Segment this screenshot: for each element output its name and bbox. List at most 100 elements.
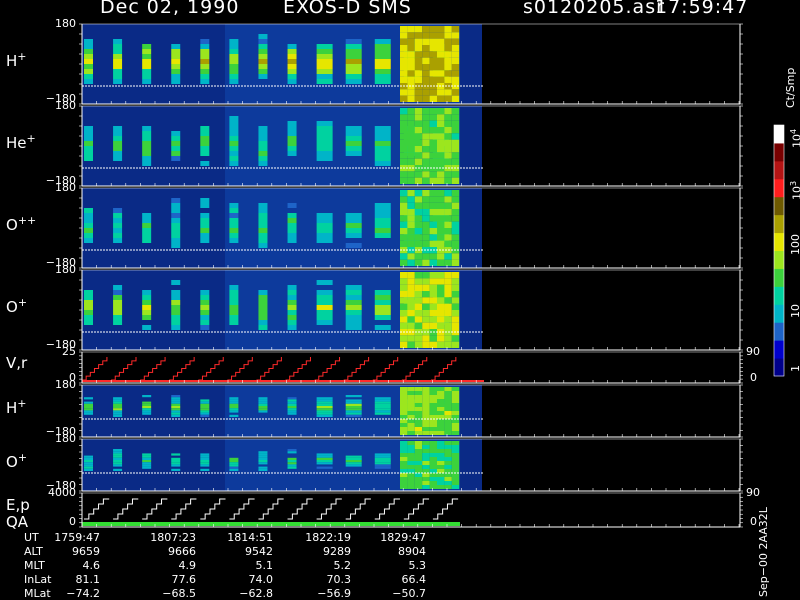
panel-1-cell	[414, 127, 423, 134]
panel-1-cell	[287, 126, 297, 131]
panel-2-cell	[451, 228, 460, 235]
panel-0-cell	[429, 64, 437, 71]
panel-6-cell	[229, 464, 239, 467]
panel-2-cell	[400, 228, 408, 235]
panel-2-cell	[444, 234, 452, 241]
panel-0-cell	[113, 74, 123, 79]
panel-label-6: O+	[6, 451, 28, 471]
panel-6-cell	[407, 441, 415, 445]
panel-0-cell	[400, 57, 408, 64]
panel-2-cell	[444, 215, 452, 222]
panel-ymax-0: 180	[55, 17, 76, 30]
ep-trace-2	[142, 498, 168, 520]
colorbar-swatch	[774, 160, 784, 180]
panel-0-cell	[414, 64, 423, 71]
panel-1-cell	[422, 177, 430, 184]
panel-6-cell	[258, 455, 268, 458]
panel-2-cell	[422, 228, 430, 235]
panel-6-cell	[422, 481, 430, 485]
panel-3-cell	[113, 285, 123, 290]
panel-6-cell	[400, 473, 408, 477]
panel-5-cell	[422, 407, 430, 411]
panel-label2-7: QA	[6, 513, 29, 531]
ep-trace-8	[316, 498, 342, 520]
panel-0-cell	[84, 69, 93, 74]
panel-0-cell	[171, 49, 181, 54]
panel-0-cell	[229, 44, 239, 49]
panel-3-cell	[400, 341, 408, 348]
panel-3-cell	[451, 291, 460, 298]
panel-6-cell	[451, 449, 460, 453]
footer-cell: −62.8	[239, 587, 273, 600]
panel-6-cell	[407, 465, 415, 469]
panel-0-cell	[400, 45, 408, 52]
panel-5-cell	[407, 419, 415, 423]
panel-5-cell	[287, 403, 297, 406]
panel-5-cell	[414, 403, 423, 407]
panel-5-cell	[345, 408, 362, 411]
panel-6-cell	[84, 460, 93, 463]
panel-2-cell	[429, 259, 437, 266]
panel-5-cell	[407, 411, 415, 415]
panel-0-cell	[429, 57, 437, 64]
panel-5-cell	[407, 391, 415, 395]
panel-3-cell	[422, 310, 430, 317]
panel-1-cell	[287, 136, 297, 141]
panel-3-cell	[451, 335, 460, 342]
panel-3-cell	[229, 305, 239, 310]
panel-3-cell	[200, 310, 210, 315]
panel-2-cell	[400, 221, 408, 228]
panel-5-cell	[84, 412, 93, 415]
panel-3-cell	[414, 297, 423, 304]
panel-5-cell	[345, 399, 362, 402]
panel-3-cell	[422, 272, 430, 279]
panel-6-cell	[374, 453, 391, 456]
panel-5-cell	[316, 408, 333, 411]
panel-1-cell	[400, 146, 408, 153]
panel-0-cell	[200, 49, 210, 54]
panel-5-cell	[345, 406, 362, 409]
panel-3-cell	[345, 325, 362, 330]
panel-label-3: O+	[6, 296, 28, 316]
panel-1-cell	[84, 156, 93, 161]
panel-5-cell	[407, 399, 415, 403]
panel-6-cell	[451, 441, 460, 445]
panel-5-cell	[113, 412, 123, 415]
panel-right-top-4: 90	[746, 345, 760, 358]
panel-0-cell	[451, 26, 460, 33]
panel-5-cell	[142, 408, 152, 411]
panel-3-cell	[316, 315, 333, 320]
panel-6-cell	[287, 460, 297, 463]
panel-1-cell	[429, 152, 437, 159]
panel-5-cell	[171, 414, 181, 417]
panel-5-cell	[451, 395, 460, 399]
panel-0-cell	[451, 64, 460, 71]
panel-1-cell	[345, 146, 362, 151]
panel-1-cell	[407, 158, 415, 165]
vr-trace-1	[111, 357, 137, 381]
panel-label-0: H+	[6, 50, 27, 70]
panel-5-cell	[437, 395, 445, 399]
panel-0-cell	[414, 57, 423, 64]
panel-1-cell	[407, 139, 415, 146]
panel-6-cell	[422, 445, 430, 449]
panel-0-cell	[400, 70, 408, 77]
panel-3-cell	[229, 300, 239, 305]
panel-0-cell	[84, 49, 93, 54]
panel-2-cell	[414, 240, 423, 247]
panel-1-cell	[142, 151, 152, 156]
panel-6-cell	[287, 462, 297, 465]
panel-5-cell	[200, 403, 210, 406]
panel-1-cell	[451, 152, 460, 159]
panel-0-cell	[437, 38, 445, 45]
panel-3-cell	[345, 305, 362, 310]
panel-5-cell	[316, 414, 333, 417]
panel-2-cell	[422, 240, 430, 247]
panel-6-cell	[451, 453, 460, 457]
panel-2-cell	[429, 215, 437, 222]
panel-3-cell	[429, 291, 437, 298]
panel-5-cell	[113, 414, 123, 417]
panel-2-cell	[407, 215, 415, 222]
panel-6-cell	[414, 441, 423, 445]
panel-5-cell	[444, 427, 452, 431]
